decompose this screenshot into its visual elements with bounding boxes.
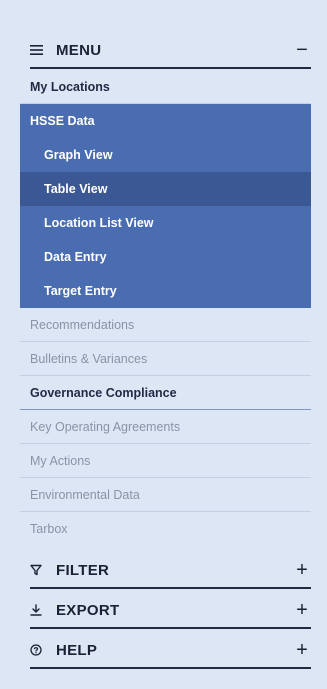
menu-collapse-toggle[interactable]: −	[293, 40, 311, 60]
menu-item-label: My Locations	[30, 79, 110, 94]
submenu-item-location-list-view[interactable]: Location List View	[20, 206, 311, 240]
menu-item-environmental-data[interactable]: Environmental Data	[20, 478, 311, 512]
menu-item-label: Environmental Data	[30, 487, 140, 502]
menu-item-label: Governance Compliance	[30, 385, 177, 400]
menu-item-hsse-data[interactable]: HSSE Data	[20, 104, 311, 138]
menu-item-label: Recommendations	[30, 317, 135, 332]
help-section-header[interactable]: HELP +	[30, 633, 311, 669]
menu-item-label: HSSE Data	[30, 114, 95, 128]
menu-item-label: Tarbox	[30, 522, 68, 536]
submenu-item-label: Graph View	[44, 148, 113, 162]
export-section-header[interactable]: EXPORT +	[30, 593, 311, 629]
filter-expand-toggle[interactable]: +	[293, 560, 311, 580]
help-expand-toggle[interactable]: +	[293, 640, 311, 660]
help-icon	[30, 644, 52, 656]
submenu-item-table-view[interactable]: Table View	[20, 172, 311, 206]
menu-item-tarbox[interactable]: Tarbox	[20, 512, 311, 546]
menu-item-my-actions[interactable]: My Actions	[20, 444, 311, 478]
filter-title: FILTER	[56, 561, 110, 579]
submenu-item-data-entry[interactable]: Data Entry	[20, 240, 311, 274]
menu-list: My Locations HSSE Data Graph View Table …	[20, 70, 311, 546]
filter-section-header[interactable]: FILTER +	[30, 553, 311, 589]
submenu-item-graph-view[interactable]: Graph View	[20, 138, 311, 172]
submenu-item-label: Data Entry	[44, 250, 107, 264]
submenu-item-label: Table View	[44, 182, 108, 196]
download-icon	[30, 604, 52, 616]
menu-item-bulletins-variances[interactable]: Bulletins & Variances	[20, 342, 311, 376]
export-title: EXPORT	[56, 601, 120, 619]
export-expand-toggle[interactable]: +	[293, 600, 311, 620]
menu-item-label: My Actions	[30, 453, 91, 468]
menu-item-recommendations[interactable]: Recommendations	[20, 308, 311, 342]
filter-icon	[30, 564, 52, 576]
menu-item-label: Bulletins & Variances	[30, 351, 148, 366]
submenu-item-label: Target Entry	[44, 284, 117, 298]
submenu-item-target-entry[interactable]: Target Entry	[20, 274, 311, 308]
side-navigation-panel: MENU − My Locations HSSE Data Graph View…	[0, 0, 327, 689]
menu-item-my-locations[interactable]: My Locations	[20, 70, 311, 104]
menu-item-label: Key Operating Agreements	[30, 419, 181, 434]
menu-item-key-operating-agreements[interactable]: Key Operating Agreements	[20, 410, 311, 444]
hamburger-icon	[30, 45, 52, 55]
help-title: HELP	[56, 641, 98, 659]
menu-title: MENU	[56, 41, 102, 59]
menu-item-governance-compliance[interactable]: Governance Compliance	[20, 376, 311, 410]
menu-section-header[interactable]: MENU −	[30, 33, 311, 69]
hsse-data-group: HSSE Data Graph View Table View Location…	[20, 104, 311, 308]
submenu-item-label: Location List View	[44, 216, 154, 230]
